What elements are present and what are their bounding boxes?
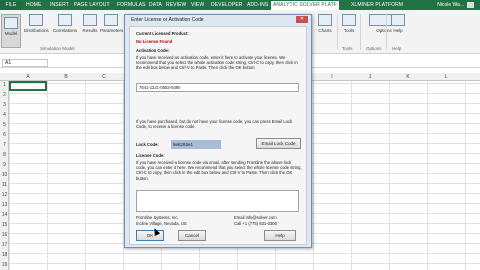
license-status: No License Found [136,39,173,44]
column-header[interactable]: A [9,73,47,81]
contact-phone: Call +1 (775) 831-0300 [234,221,277,226]
ribbon-separator [360,14,361,50]
help-ribbon-button[interactable]: Help [390,14,406,33]
tab-data[interactable]: DATA [149,1,162,10]
tab-page-layout[interactable]: PAGE LAYOUT [74,1,110,10]
charts-icon [318,14,332,26]
column-header[interactable]: C [85,73,123,81]
license-dialog: Enter License or Activation Code ✕ Curre… [124,14,312,248]
lock-code-label: Lock Code: [136,142,159,147]
row-header[interactable]: 14 [0,212,9,218]
row-header[interactable]: 13 [0,202,9,208]
tab-developer[interactable]: DEVELOPER [211,1,242,10]
close-icon[interactable]: ✕ [296,16,308,23]
row-header[interactable]: 11 [0,182,9,188]
user-icon [467,2,474,8]
current-product-heading: Current Licensed Product: [136,31,189,36]
license-code-field[interactable] [136,190,299,212]
help-ribbon-label: Help [393,28,403,33]
help-button[interactable]: Help [264,230,296,241]
column-header[interactable]: I [313,73,351,81]
tab-file[interactable]: FILE [0,1,22,10]
help-icon [391,14,405,26]
selected-cell[interactable] [9,81,47,91]
parameters-button[interactable]: Parameters [100,14,124,33]
row-header[interactable]: 7 [0,142,9,148]
column-header[interactable]: L [427,73,465,81]
dialog-title: Enter License or Activation Code [131,17,204,23]
license-description: If you have received a license code via … [136,160,302,181]
row-header[interactable]: 3 [0,102,9,108]
row-header[interactable]: 8 [0,152,9,158]
company-name: Frontline Systems, Inc. [136,215,179,220]
tools-button[interactable]: Tools [340,14,358,33]
column-header[interactable]: J [351,73,389,81]
model-button[interactable]: Model [1,14,21,48]
parameters-icon [104,14,118,26]
row-header[interactable]: 18 [0,252,9,258]
tab-add-ins[interactable]: ADD-INS [247,1,268,10]
correlations-label: Correlations [52,28,78,33]
tab-home[interactable]: HOME [26,1,41,10]
company-city: Incline Village, Nevada, US [136,221,187,226]
correlations-button[interactable]: Correlations [52,14,78,33]
row-header[interactable]: 1 [0,82,9,88]
group-tools: Tools [342,46,353,51]
tab-insert[interactable]: INSERT [50,1,69,10]
ribbon-separator [386,14,387,50]
results-icon [83,14,97,26]
row-header[interactable]: 15 [0,222,9,228]
tools-icon [342,14,356,26]
purchased-description: If you have purchased, but do not have y… [136,119,293,130]
tab-view[interactable]: VIEW [191,1,204,10]
group-options: Options [366,46,382,51]
tab-review[interactable]: REVIEW [166,1,186,10]
license-code-heading: License Code: [136,153,165,158]
row-header[interactable]: 12 [0,192,9,198]
dialog-body: Current Licensed Product: No License Fou… [129,26,307,245]
contact-email: Email info@solver.com [234,215,277,220]
row-header[interactable]: 10 [0,172,9,178]
tab-analytic-solver[interactable]: ANALYTIC SOLVER PLATF [271,1,340,10]
group-help: Help [392,46,402,51]
row-headers: 1 2 3 4 5 6 7 8 9 10 11 12 13 14 15 16 1… [0,81,9,270]
name-box[interactable]: A1 [2,59,48,67]
model-icon [4,17,18,29]
column-header[interactable]: K [389,73,427,81]
row-header[interactable]: 16 [0,232,9,238]
cancel-button[interactable]: Cancel [178,230,206,241]
tab-formulas[interactable]: FORMULAS [117,1,146,10]
row-header[interactable]: 4 [0,112,9,118]
row-header[interactable]: 17 [0,242,9,248]
parameters-label: Parameters [100,28,124,33]
row-header[interactable]: 19 [0,262,9,268]
email-lock-code-button[interactable]: Email Lock Code [256,138,301,149]
ribbon-separator [337,14,338,50]
model-label: Model [4,31,18,36]
correlations-icon [58,14,72,26]
user-name[interactable]: Nicole Wa... [437,1,464,10]
tools-label: Tools [343,28,355,33]
ribbon-tab-bar: FILE HOME INSERT PAGE LAYOUT FORMULAS DA… [0,0,480,10]
results-label: Results [82,28,98,33]
activation-heading: Activation Code: [136,48,170,53]
distributions-button[interactable]: Distributions [24,14,49,33]
charts-label: Charts [318,28,332,33]
distributions-label: Distributions [24,28,49,33]
lock-code-value[interactable]: 9e8293e1 [171,140,221,149]
activation-description: If you have received an activation code,… [136,55,298,71]
row-header[interactable]: 9 [0,162,9,168]
activation-code-field[interactable]: 7641-1221-0583-9390 [136,83,299,92]
tab-xlminer[interactable]: XLMINER PLATFORM [351,1,403,10]
distributions-icon [29,14,43,26]
row-header[interactable]: 2 [0,92,9,98]
charts-button[interactable]: Charts [315,14,335,33]
results-button[interactable]: Results [80,14,100,33]
group-simulation-model: Simulation Model [40,46,75,51]
row-header[interactable]: 5 [0,122,9,128]
row-header[interactable]: 6 [0,132,9,138]
column-header[interactable]: B [47,73,85,81]
